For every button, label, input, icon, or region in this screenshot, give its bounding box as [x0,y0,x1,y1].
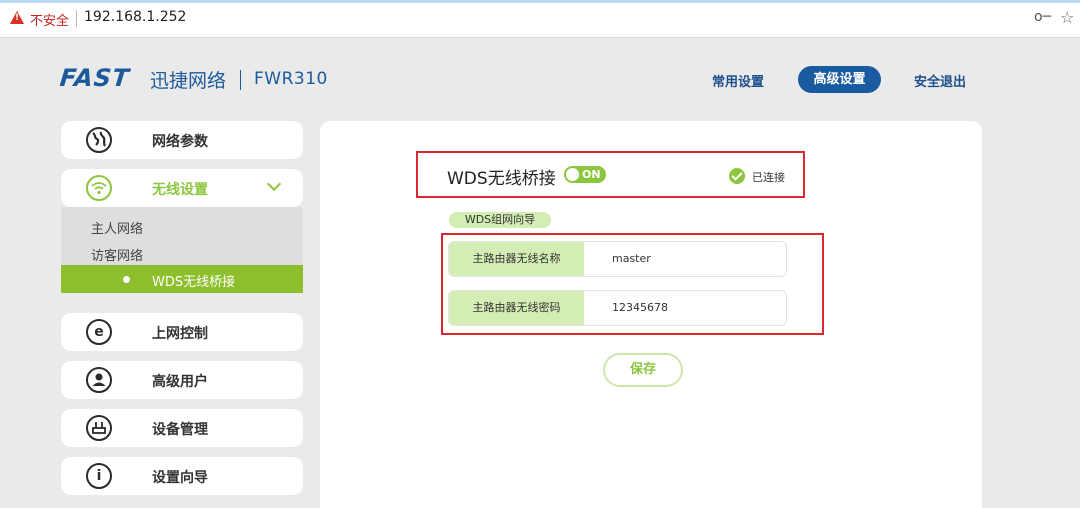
sidebar-item-label: 网络参数 [152,134,208,150]
security-label[interactable]: 不安全 [30,10,69,29]
tab-strip-edge [0,0,1080,3]
brand-logo: FAST [58,64,132,92]
logo-divider [240,70,241,90]
globe-icon [86,127,112,153]
star-icon[interactable]: ☆ [1060,8,1074,27]
ssid-field[interactable]: 主路由器无线名称 master [448,241,787,277]
wds-guide-tag: WDS组网向导 [449,212,551,228]
url-field[interactable]: 192.168.1.252 [84,9,186,25]
ssid-input[interactable]: master [612,252,651,265]
sidebar-item-label: 高级用户 [152,374,208,390]
router-icon [86,415,112,441]
sidebar-item-wireless[interactable]: 无线设置 [61,169,303,207]
key-icon[interactable]: o─ [1034,9,1051,25]
toggle-knob [566,168,579,181]
sidebar-item-label: 上网控制 [152,326,208,342]
submenu-item-wds-bridge[interactable]: WDS无线桥接 [61,265,303,293]
page-title: WDS无线桥接 [447,169,556,189]
router-model: FWR310 [254,69,328,89]
field-label: 主路由器无线名称 [449,242,584,276]
wifi-icon [86,175,112,201]
nav-advanced-settings[interactable]: 高级设置 [798,66,881,93]
toggle-label: ON [582,168,601,181]
active-dot-icon [123,276,130,283]
save-button[interactable]: 保存 [603,353,683,387]
brand-name-cn: 迅捷网络 [150,70,227,92]
check-circle-icon [729,168,745,184]
wds-toggle[interactable]: ON [564,166,606,183]
field-label: 主路由器无线密码 [449,291,584,325]
browser-address-bar: ! 不安全 192.168.1.252 o─ ☆ [0,0,1080,38]
internet-e-icon: e [86,319,112,345]
warning-icon[interactable]: ! [10,11,24,24]
sidebar-item-access-control[interactable]: e 上网控制 [61,313,303,351]
nav-logout[interactable]: 安全退出 [914,71,966,90]
password-input[interactable]: 12345678 [612,301,668,314]
chevron-down-icon [266,176,282,192]
password-field[interactable]: 主路由器无线密码 12345678 [448,290,787,326]
sidebar-item-label: 设置向导 [152,470,208,486]
submenu-item-host-network[interactable]: 主人网络 [91,218,143,237]
sidebar-item-label: 无线设置 [152,182,208,198]
sidebar-item-advanced-user[interactable]: 高级用户 [61,361,303,399]
user-icon [86,367,112,393]
sidebar-item-device-management[interactable]: 设备管理 [61,409,303,447]
submenu-item-label: WDS无线桥接 [152,275,236,290]
address-divider [76,10,77,27]
sidebar-item-setup-wizard[interactable]: i 设置向导 [61,457,303,495]
connection-status: 已连接 [752,171,785,184]
sidebar-item-network[interactable]: 网络参数 [61,121,303,159]
submenu-item-guest-network[interactable]: 访客网络 [91,245,143,264]
nav-common-settings[interactable]: 常用设置 [712,71,764,90]
sidebar-item-label: 设备管理 [152,422,208,438]
info-icon: i [86,463,112,489]
